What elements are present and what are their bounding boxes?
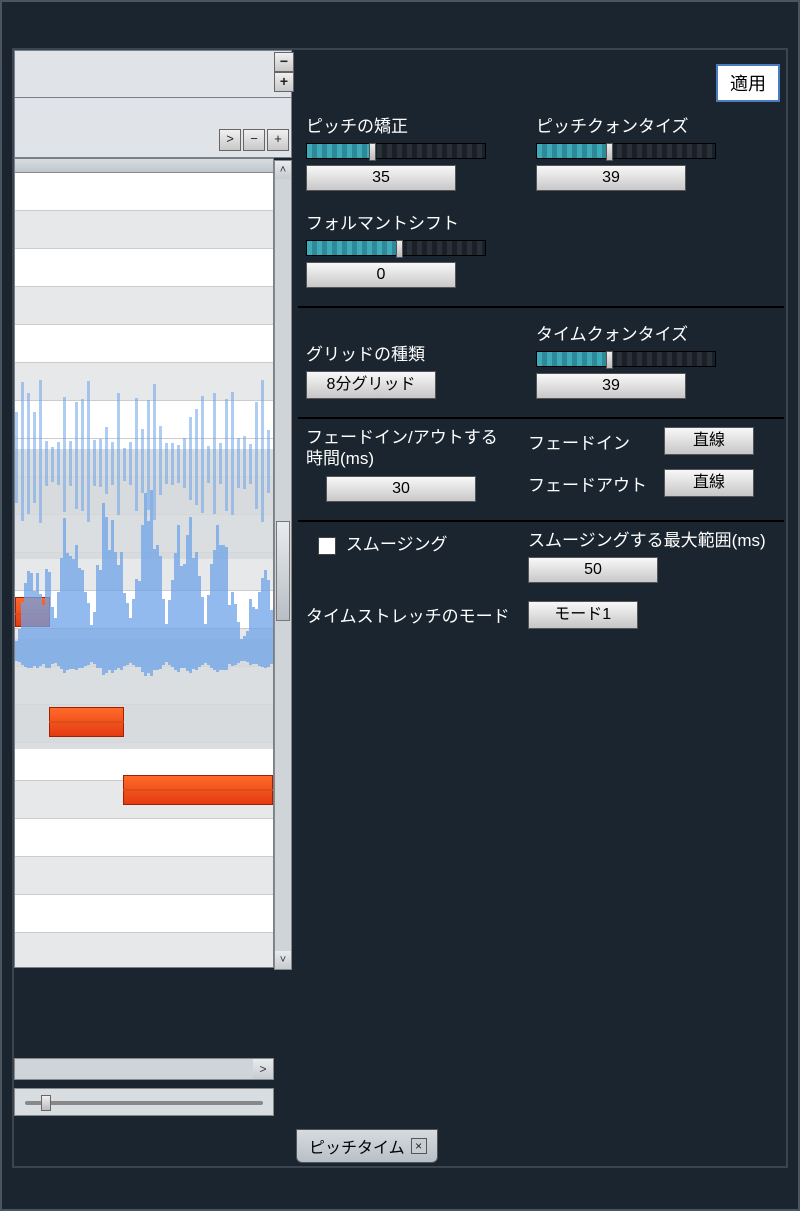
chevron-right-icon[interactable]: > — [253, 1059, 273, 1079]
time-ruler — [15, 159, 273, 173]
pitch-quantize-value[interactable]: 39 — [536, 165, 686, 191]
zoom-in-icon[interactable]: + — [274, 72, 294, 92]
tab-bar: ピッチタイム × — [296, 1129, 438, 1163]
time-quantize-param: タイムクォンタイズ 39 — [536, 320, 736, 399]
time-quantize-slider[interactable] — [536, 351, 716, 367]
parameters-panel: 適用 ピッチの矯正 35 ピッチクォンタイズ — [296, 58, 786, 1169]
fade-time-param: フェードイン/アウトする時間(ms) 30 — [306, 427, 506, 502]
piano-roll-canvas[interactable]: // will be generated below — [14, 158, 274, 968]
grid-type-button[interactable]: 8分グリッド — [306, 371, 436, 399]
smoothing-check-wrap: スムージング — [306, 530, 506, 583]
apply-button[interactable]: 適用 — [716, 64, 780, 102]
chevron-right-icon[interactable]: > — [219, 129, 241, 151]
editor-toolbar: > − + — [14, 98, 292, 158]
formant-shift-param: フォルマントシフト 0 — [306, 209, 506, 288]
horizontal-scrollbar[interactable]: > — [14, 1058, 274, 1080]
pitch-quantize-slider[interactable] — [536, 143, 716, 159]
app-window: − + > − + — [0, 0, 800, 1211]
waveform-editor: − + > − + — [14, 50, 292, 1130]
scrollbar-thumb[interactable] — [276, 521, 290, 621]
smoothing-range-param: スムージングする最大範囲(ms) 50 — [528, 530, 776, 583]
pitch-correction-value[interactable]: 35 — [306, 165, 456, 191]
plus-icon[interactable]: + — [267, 129, 289, 151]
fade-time-label: フェードイン/アウトする時間(ms) — [306, 427, 506, 470]
chevron-down-icon[interactable]: ˅ — [275, 951, 291, 969]
formant-shift-value[interactable]: 0 — [306, 262, 456, 288]
zoom-slider[interactable] — [14, 1088, 274, 1116]
time-quantize-value[interactable]: 39 — [536, 373, 686, 399]
smoothing-range-label: スムージングする最大範囲(ms) — [528, 530, 776, 551]
formant-shift-label: フォルマントシフト — [306, 209, 506, 234]
pitch-quantize-param: ピッチクォンタイズ 39 — [536, 112, 736, 191]
tab-label: ピッチタイム — [309, 1134, 405, 1158]
fade-time-value[interactable]: 30 — [326, 476, 476, 502]
smoothing-checkbox[interactable] — [318, 537, 336, 555]
chevron-up-icon[interactable]: ˄ — [275, 161, 291, 179]
ruler-strip: − + — [14, 50, 292, 98]
grid-type-label: グリッドの種類 — [306, 340, 506, 365]
fade-in-label: フェードイン — [528, 429, 648, 454]
minus-icon[interactable]: − — [243, 129, 265, 151]
tab-pitch-time[interactable]: ピッチタイム × — [296, 1129, 438, 1163]
time-quantize-label: タイムクォンタイズ — [536, 320, 736, 345]
pitch-correction-label: ピッチの矯正 — [306, 112, 506, 137]
fade-in-button[interactable]: 直線 — [664, 427, 754, 455]
pitch-correction-slider[interactable] — [306, 143, 486, 159]
smoothing-label: スムージング — [346, 535, 448, 554]
fade-out-label: フェードアウト — [528, 471, 648, 496]
pitch-correction-param: ピッチの矯正 35 — [306, 112, 506, 191]
fade-out-button[interactable]: 直線 — [664, 469, 754, 497]
grid-type-param: グリッドの種類 8分グリッド — [306, 316, 506, 399]
smoothing-range-value[interactable]: 50 — [528, 557, 658, 583]
timestretch-mode-label: タイムストレッチのモード — [306, 602, 510, 627]
pitch-quantize-label: ピッチクォンタイズ — [536, 112, 736, 137]
close-icon[interactable]: × — [411, 1138, 427, 1154]
timestretch-mode-button[interactable]: モード1 — [528, 601, 638, 629]
zoom-out-icon[interactable]: − — [274, 52, 294, 72]
vertical-scrollbar[interactable]: ˄ ˅ — [274, 160, 292, 970]
formant-shift-slider[interactable] — [306, 240, 486, 256]
